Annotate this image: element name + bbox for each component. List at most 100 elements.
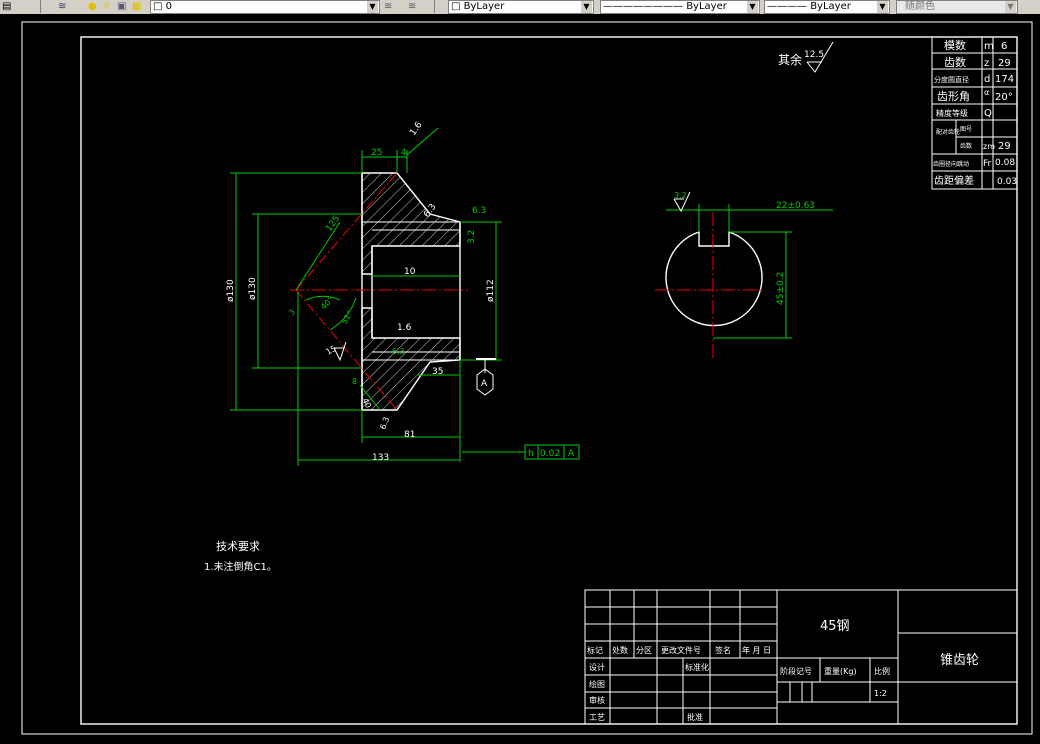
- tb-stage: 阶段记号: [780, 666, 812, 676]
- tb-row-label: 绘图: [589, 679, 605, 689]
- roughness-note-text: 其余: [778, 52, 802, 67]
- tb-header: 签名: [715, 645, 731, 655]
- tb-material: 45钢: [820, 619, 850, 634]
- linetype-value: ByLayer: [686, 1, 727, 12]
- roughness-symbol-icon: [333, 341, 347, 362]
- tb-header: 更改文件号: [661, 645, 701, 655]
- param-label: 分度圆直径: [934, 75, 969, 84]
- param-label: 精度等级: [936, 108, 968, 118]
- tb-row-label: 审核: [589, 695, 605, 705]
- color-value: ByLayer: [463, 1, 505, 12]
- drawing-canvas[interactable]: 其余 12.5 模数 m 6 齿数 z 29 分度圆直径 d 174 齿形角 α…: [0, 14, 1040, 740]
- chevron-down-icon[interactable]: ▼: [581, 1, 592, 13]
- param-symbol: Q: [984, 108, 992, 119]
- make-current-layer-icon[interactable]: ≋: [384, 0, 392, 13]
- chevron-down-icon[interactable]: ▼: [1005, 1, 1016, 13]
- chevron-down-icon[interactable]: ▼: [747, 1, 758, 13]
- sheet-outer-border: [21, 21, 1033, 735]
- roughness-1-6: 1.6: [408, 120, 425, 138]
- param-symbol: α: [984, 88, 989, 97]
- gear-side-view: [655, 191, 833, 360]
- drawing-svg[interactable]: 其余 12.5 模数 m 6 齿数 z 29 分度圆直径 d 174 齿形角 α…: [0, 14, 1040, 740]
- tolerance-value: 0.02: [540, 449, 560, 459]
- sun-icon[interactable]: ☼: [102, 0, 111, 13]
- param-symbol: z: [984, 58, 989, 69]
- tb-header: 处数: [612, 645, 628, 655]
- side-width-dim: 22±0.63: [776, 201, 815, 211]
- plotstyle-value: 随颜色: [905, 1, 935, 12]
- tb-row-label: 设计: [589, 662, 605, 672]
- layer-dropdown[interactable]: □ 0 ▼: [150, 0, 380, 14]
- side-roughness: 3.2: [674, 191, 687, 200]
- tb-part-name: 锥齿轮: [940, 653, 979, 668]
- tb-row-label: 工艺: [589, 713, 605, 722]
- param-symbol: zm: [983, 142, 995, 151]
- param-value: 0.03: [997, 177, 1017, 187]
- dim-133: 133: [372, 453, 389, 463]
- tolerance-symbol: h: [528, 449, 534, 459]
- param-value: 0.08: [995, 158, 1015, 168]
- param-value: 6: [1001, 41, 1007, 52]
- angle-51: 51°: [340, 309, 355, 326]
- properties-toolbar: ▤ ≋ ● ☼ ▣ ▦ □ 0 ▼ ≋ ≋ □ ByLayer ▼ ——————…: [0, 0, 1040, 15]
- param-value: 29: [998, 141, 1011, 152]
- param-label: 图号: [960, 126, 972, 133]
- printer-icon[interactable]: ▦: [132, 0, 141, 13]
- param-symbol: m: [984, 41, 994, 52]
- param-label: 齿形角: [937, 90, 970, 103]
- dim-phi112: ø112: [486, 279, 496, 302]
- param-label: 齿圈径向跳动: [933, 160, 969, 168]
- linetype-dropdown[interactable]: ———————— ByLayer ▼: [600, 0, 760, 14]
- param-label: 齿数: [960, 142, 972, 150]
- dim-phi130-outer: ø130: [226, 279, 236, 302]
- tb-std: 标准化: [685, 662, 709, 672]
- param-label: 齿数: [944, 56, 966, 69]
- tb-scale-value: 1:2: [874, 689, 887, 698]
- tb-header: 分区: [636, 646, 652, 655]
- tb-header: 年 月 日: [742, 645, 771, 655]
- param-value: 29: [998, 58, 1011, 69]
- lineweight-value: ByLayer: [810, 1, 851, 12]
- param-symbol: d: [984, 74, 990, 85]
- toolbar-separator: [40, 0, 41, 13]
- roughness-6-3b: 6.3: [472, 206, 486, 216]
- roughness-6-3d: 6.3: [378, 416, 391, 431]
- tb-approve: 批准: [687, 712, 703, 722]
- tech-req-title: 技术要求: [216, 540, 260, 553]
- lineweight-dropdown[interactable]: ———— ByLayer ▼: [764, 0, 890, 14]
- dim-10: 10: [404, 267, 416, 277]
- dim-3: 3: [287, 307, 297, 317]
- toolbar-separator: [434, 0, 435, 13]
- roughness-1-6b: 1.6: [397, 323, 412, 333]
- roughness-6-3c: 6.3: [392, 347, 405, 356]
- color-dropdown[interactable]: □ ByLayer ▼: [448, 0, 594, 14]
- lightbulb-icon[interactable]: ●: [88, 0, 97, 13]
- roughness-15: 15: [325, 344, 338, 357]
- param-symbol: Fr: [983, 159, 992, 169]
- dim-35: 35: [432, 367, 443, 377]
- chevron-down-icon[interactable]: ▼: [367, 1, 378, 13]
- lock-icon[interactable]: ▣: [117, 0, 126, 13]
- param-label: 配对齿轮: [936, 128, 960, 136]
- dim-125: 125: [324, 214, 342, 234]
- param-label: 齿距偏差: [934, 174, 974, 187]
- side-height-dim: 45±0.2: [776, 272, 786, 305]
- chevron-down-icon[interactable]: ▼: [877, 1, 888, 13]
- param-value: 20°: [995, 92, 1013, 103]
- layer-icon[interactable]: ▤: [2, 0, 11, 13]
- layers-stack-icon[interactable]: ≋: [58, 0, 66, 13]
- datum-letter: A: [481, 379, 488, 389]
- tb-scale-label: 比例: [874, 666, 890, 676]
- layer-name: 0: [165, 1, 173, 12]
- dim-81: 81: [404, 430, 415, 440]
- param-label: 模数: [944, 39, 966, 52]
- dim-3-2: 3.2: [467, 230, 477, 244]
- tech-req-item: 1.未注倒角C1。: [204, 560, 277, 573]
- sheet-inner-border: [80, 36, 1018, 725]
- param-value: 174: [995, 74, 1014, 85]
- plotstyle-dropdown[interactable]: 随颜色 ▼: [896, 0, 1018, 14]
- layer-previous-icon[interactable]: ≋: [408, 0, 416, 13]
- roughness-note-value: 12.5: [804, 50, 824, 60]
- tolerance-datum: A: [568, 449, 575, 459]
- dim-8: 8: [352, 377, 357, 386]
